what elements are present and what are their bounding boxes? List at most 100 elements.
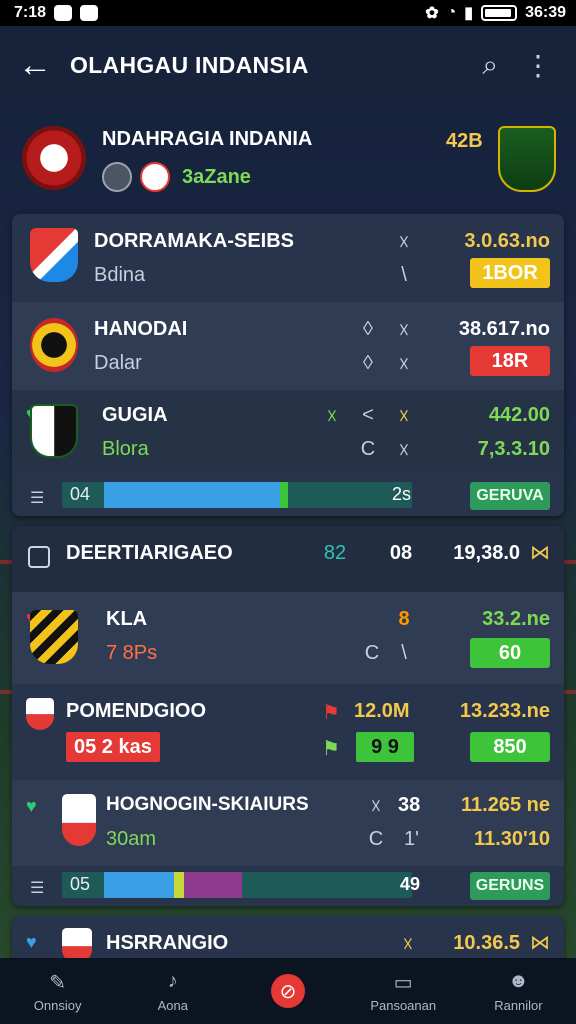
status-bar: 7:18 ✿ ◔ ▮ 36:39: [0, 0, 576, 26]
team-sub-info: 3aZane: [102, 162, 251, 192]
nav-label: Pansoanan: [370, 997, 437, 1013]
search-icon[interactable]: ⌕: [482, 49, 498, 82]
progress-segment: [104, 872, 174, 898]
odds-value: 10.36.5: [453, 932, 520, 954]
progress-row: ☰ 05 49 GERUNS: [12, 866, 564, 906]
team-crest-icon: [30, 404, 78, 458]
score-pill[interactable]: 9 9: [356, 732, 414, 762]
heart-icon[interactable]: ♥: [26, 796, 37, 817]
nav-label: Rannilor: [494, 997, 543, 1013]
odds-pill[interactable]: 18R: [470, 346, 550, 376]
team-crest-icon: [22, 126, 86, 190]
nav-item-onnsioy[interactable]: ✎ Onnsioy: [0, 958, 115, 1024]
back-arrow-icon[interactable]: ←: [0, 46, 70, 85]
odds-value: 19,38.0: [453, 542, 520, 564]
stat-symbol: ☓: [402, 934, 414, 956]
progress-label: 05: [70, 874, 91, 894]
team-zone: 3aZane: [182, 165, 251, 188]
card-header[interactable]: DEERTIARIGAEO 82 08 19,38.0 ⋈: [12, 526, 564, 592]
page-title: OLAHGAU INDANSIA: [70, 51, 309, 78]
team-name: NDAHRAGIA INDANIA: [102, 128, 313, 150]
odds-value: 13.233.ne: [459, 700, 550, 722]
stat-symbol: ☓: [398, 406, 410, 428]
more-vert-icon[interactable]: ⋮: [524, 49, 552, 82]
opponent-crest-icon[interactable]: [498, 126, 556, 192]
team-name: HSRRANGIO: [106, 932, 229, 954]
edit-icon: ✎: [49, 971, 66, 994]
team-score: 42B: [446, 130, 483, 152]
stat-symbol: ☓: [326, 406, 338, 428]
match-card: DEERTIARIGAEO 82 08 19,38.0 ⋈ ♥ KLA 7 8P…: [12, 526, 564, 906]
stat-symbol: C: [368, 828, 384, 850]
team-name: HOGNOGIN-SKIAIURS: [106, 794, 309, 815]
nav-item-pansoanan[interactable]: ▭ Pansoanan: [346, 958, 461, 1024]
team-sub: Dalar: [94, 352, 142, 374]
stat-symbol: ☓: [398, 232, 410, 254]
stat-symbol: ☓: [370, 796, 382, 818]
geruva-button[interactable]: GERUVA: [470, 482, 550, 510]
odds-value: 11.265 ne: [461, 794, 550, 816]
app-bar: ← OLAHGAU INDANSIA ⌕ ⋮: [0, 26, 576, 104]
stat-number: 12.0M: [354, 700, 410, 722]
flag-icon: ⚑: [322, 702, 340, 724]
list-item[interactable]: ♥ GUGIA Blora ☓ < ☓ C ☓ 442.00 7,3.3.10: [12, 390, 564, 474]
list-item[interactable]: ♥ HOGNOGIN-SKIAIURS 30am ☓ 38 C 1' 11.26…: [12, 780, 564, 866]
progress-number: 2s: [392, 484, 412, 504]
team-name: KLA: [106, 608, 148, 630]
list-icon[interactable]: ☰: [30, 878, 44, 898]
status-time: 7:18: [14, 4, 47, 21]
wifi-icon: ◔: [446, 4, 457, 21]
bowtie-icon[interactable]: ⋈: [530, 540, 550, 565]
progress-bar: [62, 872, 412, 898]
progress-label: 04: [70, 484, 91, 504]
nav-item-center[interactable]: ⊘: [230, 958, 345, 1024]
list-icon[interactable]: ☰: [30, 488, 44, 508]
heart-icon[interactable]: ♥: [26, 932, 37, 953]
app-icon: [80, 5, 99, 21]
team-name: GUGIA: [102, 404, 168, 426]
team-crest-icon: [30, 318, 78, 372]
stat-symbol: ◊: [363, 318, 373, 340]
odds-value: 442.00: [488, 404, 550, 426]
user-icon: ☻: [507, 969, 529, 992]
select-checkbox[interactable]: [28, 546, 50, 568]
team-crest-icon: [30, 228, 78, 282]
progress-number: 49: [400, 874, 421, 894]
group-title: DEERTIARIGAEO: [66, 542, 233, 564]
nav-label: Onnsioy: [33, 997, 82, 1013]
badge-icon: [140, 162, 170, 192]
signal-icon: ▮: [464, 5, 474, 22]
bowtie-icon[interactable]: ⋈: [530, 930, 550, 955]
odds-pill[interactable]: 1BOR: [470, 258, 550, 288]
team-name: DORRAMAKA-SEIBS: [94, 230, 294, 252]
settings-icon: ✿: [425, 5, 439, 22]
team-name: POMENDGIOO: [66, 700, 207, 722]
stat-number: 08: [389, 542, 413, 564]
status-clock: 36:39: [525, 4, 566, 21]
odds-pill[interactable]: 60: [470, 638, 550, 668]
team-crest-icon: [30, 610, 78, 664]
odds-pill[interactable]: 850: [470, 732, 550, 762]
stat-symbol: ◊: [363, 352, 373, 374]
team-crest-icon: [62, 794, 96, 846]
stat-symbol: <: [362, 404, 374, 426]
list-item[interactable]: POMENDGIOO 05 2 kas ⚑ 12.0M ⚑ 9 9 13.233…: [12, 684, 564, 780]
team-sub: Bdina: [94, 264, 146, 286]
team-sub: Blora: [102, 438, 149, 460]
nav-item-rannilor[interactable]: ☻ Rannilor: [461, 958, 576, 1024]
nav-item-aona[interactable]: ♪ Aona: [115, 958, 230, 1024]
list-item[interactable]: DORRAMAKA-SEIBS Bdina ☓ \ 3.0.63.no 1BOR: [12, 214, 564, 302]
stat-symbol: 82: [323, 542, 347, 564]
status-badge: 05 2 kas: [66, 732, 160, 762]
progress-segment: [280, 482, 288, 508]
team-sub: 7 8Ps: [106, 642, 158, 664]
stat-symbol: ☓: [398, 354, 410, 376]
bottom-nav: ✎ Onnsioy ♪ Aona ⊘ ▭ Pansoanan ☻ Rannilo…: [0, 958, 576, 1024]
ban-icon: ⊘: [271, 974, 305, 1008]
team-header: NDAHRAGIA INDANIA 42B 3aZane: [0, 104, 576, 212]
geruns-button[interactable]: GERUNS: [470, 872, 550, 900]
battery-icon: [481, 5, 518, 21]
list-item[interactable]: HANODAI Dalar ◊ ☓ ◊ ☓ 38.617.no 18R: [12, 302, 564, 390]
progress-segment: [104, 482, 280, 508]
list-item[interactable]: ♥ KLA 7 8Ps 8 C \ 33.2.ne 60: [12, 592, 564, 684]
